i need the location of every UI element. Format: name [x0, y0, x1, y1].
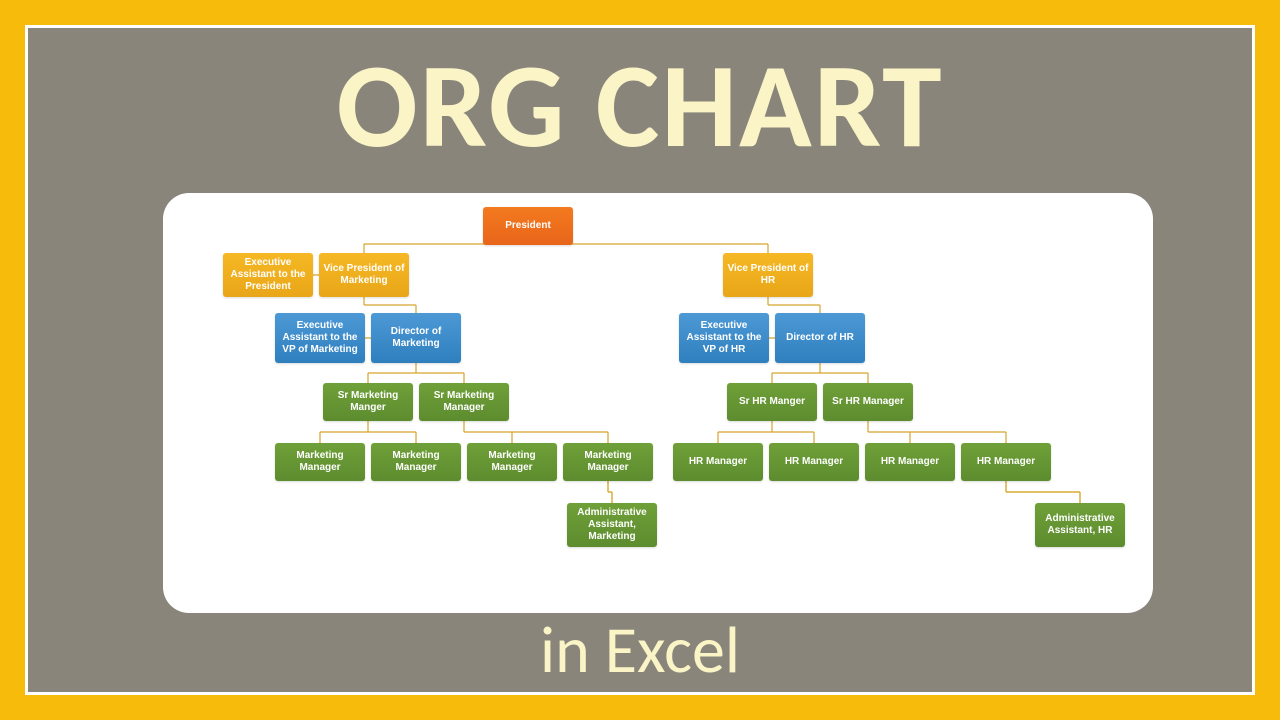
org-node-sr_mkt_1: Sr Marketing Manger — [323, 383, 413, 421]
org-node-ea_vp_mkt: Executive Assistant to the VP of Marketi… — [275, 313, 365, 363]
org-node-hr_mgr_1: HR Manager — [673, 443, 763, 481]
org-node-pres: President — [483, 207, 573, 245]
org-node-vp_hr: Vice President of HR — [723, 253, 813, 297]
org-node-mkt_mgr_3: Marketing Manager — [467, 443, 557, 481]
frame: ORG CHART in Excel President Executive As… — [25, 25, 1255, 695]
org-node-ea_pres: Executive Assistant to the President — [223, 253, 313, 297]
org-node-admin_hr: Administrative Assistant, HR — [1035, 503, 1125, 547]
org-chart-card: President Executive Assistant to the Pres… — [163, 193, 1153, 613]
org-node-ea_vp_hr: Executive Assistant to the VP of HR — [679, 313, 769, 363]
org-node-sr_hr_2: Sr HR Manager — [823, 383, 913, 421]
org-node-sr_mkt_2: Sr Marketing Manager — [419, 383, 509, 421]
org-node-sr_hr_1: Sr HR Manger — [727, 383, 817, 421]
org-node-dir_hr: Director of HR — [775, 313, 865, 363]
org-node-mkt_mgr_2: Marketing Manager — [371, 443, 461, 481]
page-title: ORG CHART — [28, 46, 1252, 166]
org-node-mkt_mgr_4: Marketing Manager — [563, 443, 653, 481]
org-node-hr_mgr_2: HR Manager — [769, 443, 859, 481]
org-node-dir_mkt: Director of Marketing — [371, 313, 461, 363]
org-node-mkt_mgr_1: Marketing Manager — [275, 443, 365, 481]
page-subtitle: in Excel — [28, 614, 1252, 687]
org-node-hr_mgr_3: HR Manager — [865, 443, 955, 481]
org-node-admin_mkt: Administrative Assistant, Marketing — [567, 503, 657, 547]
org-node-hr_mgr_4: HR Manager — [961, 443, 1051, 481]
org-node-vp_mkt: Vice President of Marketing — [319, 253, 409, 297]
